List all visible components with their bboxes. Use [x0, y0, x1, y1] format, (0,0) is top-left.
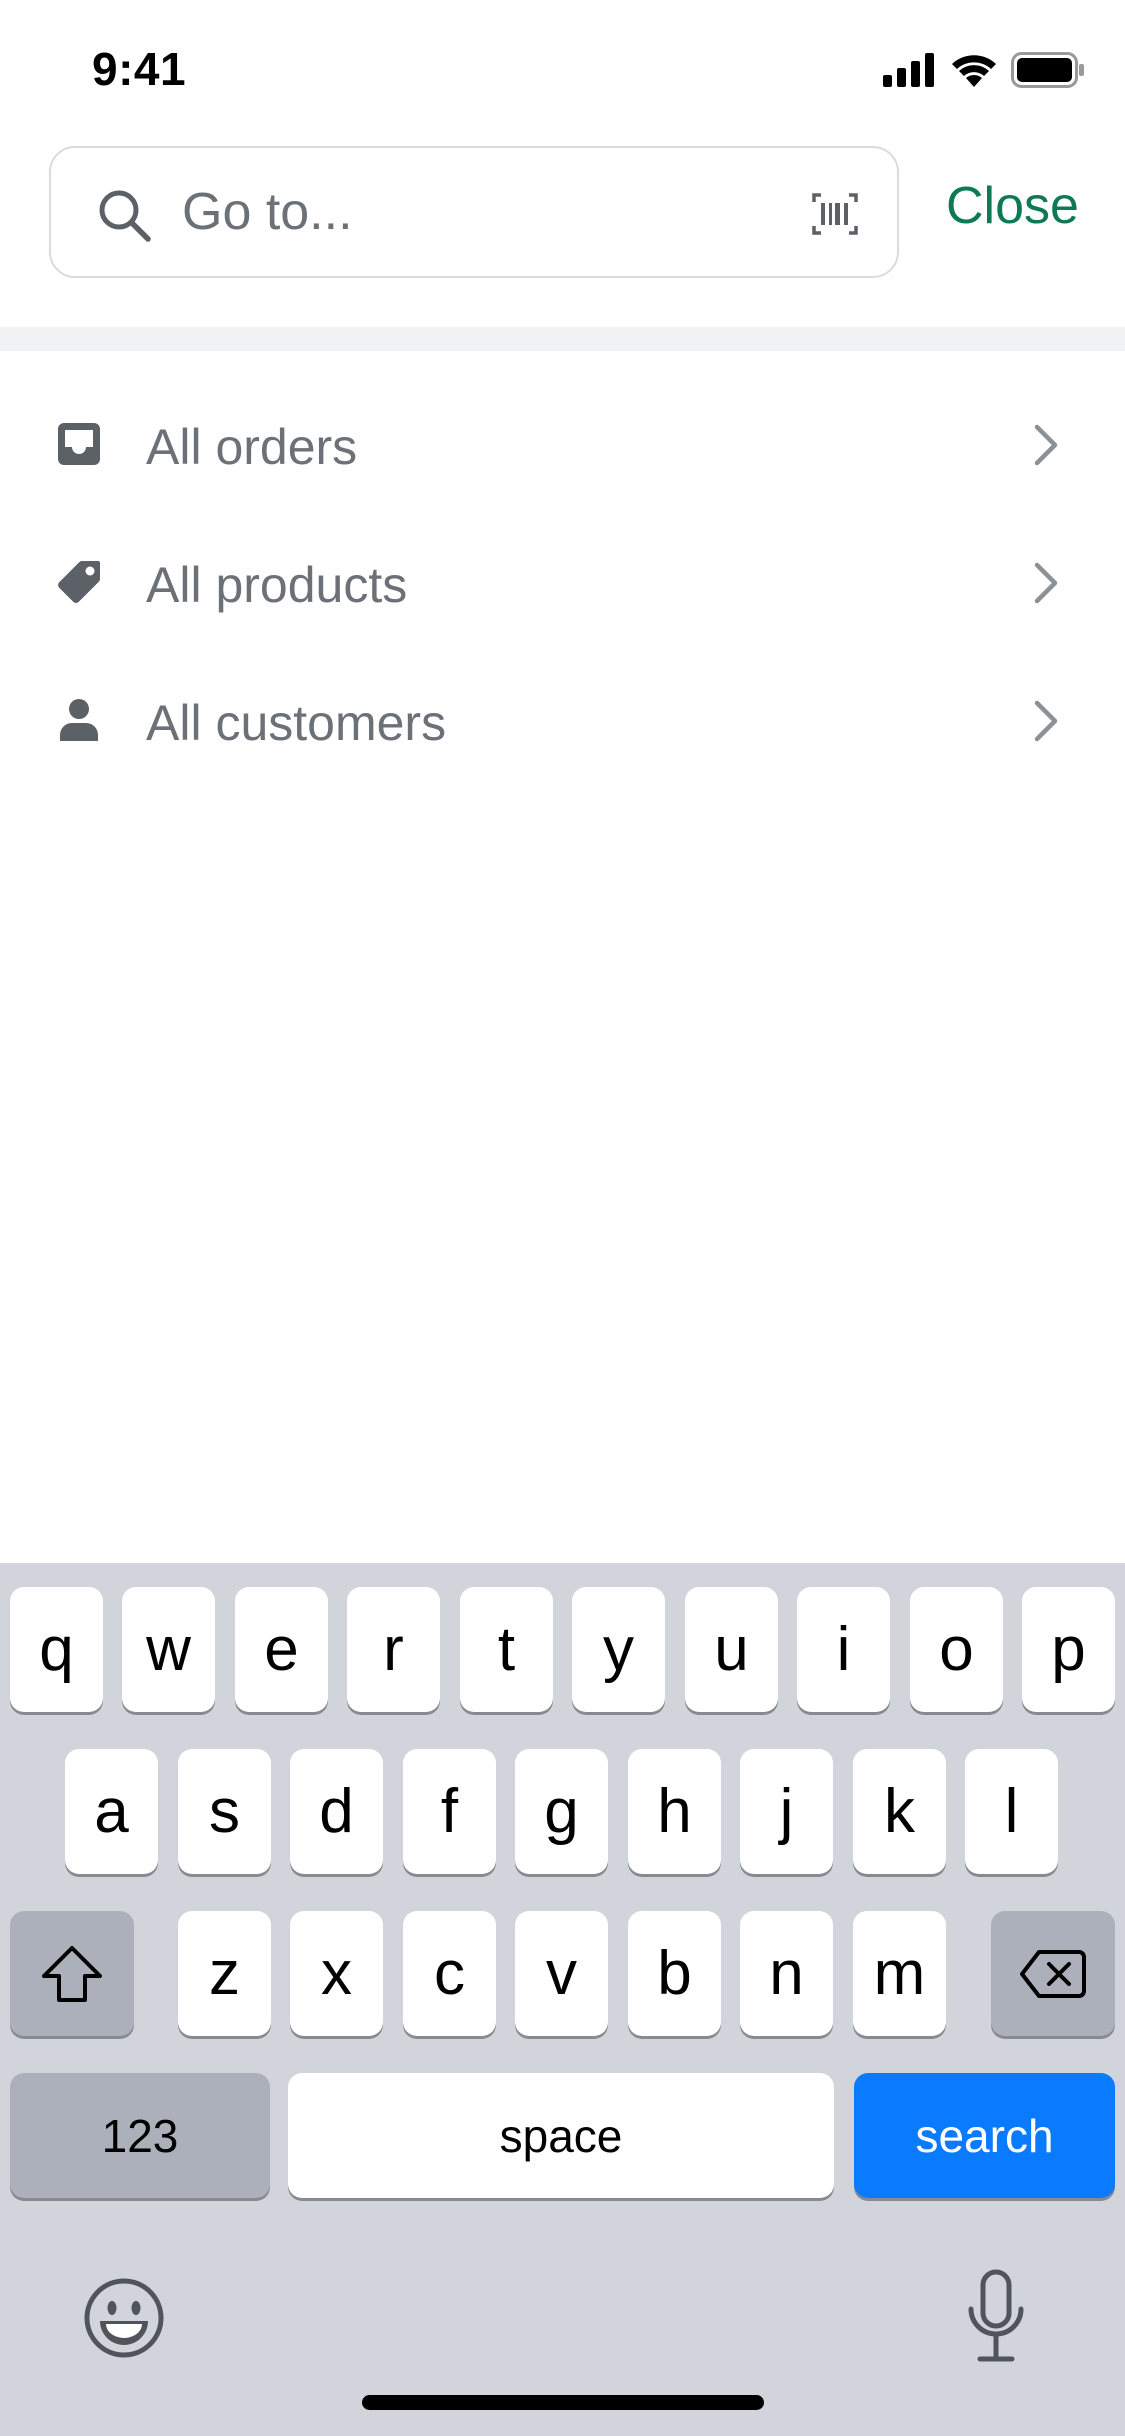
key-m[interactable]: m [853, 1911, 946, 2036]
key-y[interactable]: y [572, 1587, 665, 1712]
backspace-icon [1020, 1949, 1086, 1998]
key-f[interactable]: f [403, 1749, 496, 1874]
key-u[interactable]: u [685, 1587, 778, 1712]
shift-key[interactable] [10, 1911, 134, 2036]
chevron-right-icon [1034, 424, 1058, 466]
key-l[interactable]: l [965, 1749, 1058, 1874]
inbox-icon [58, 423, 100, 465]
status-icons [883, 50, 1085, 90]
key-o[interactable]: o [910, 1587, 1003, 1712]
header-divider [0, 327, 1125, 351]
numbers-key[interactable]: 123 [10, 2073, 270, 2198]
nav-item-all-orders[interactable]: All orders [0, 380, 1125, 510]
key-t[interactable]: t [460, 1587, 553, 1712]
key-g[interactable]: g [515, 1749, 608, 1874]
key-e[interactable]: e [235, 1587, 328, 1712]
nav-item-label: All orders [146, 419, 358, 475]
search-key[interactable]: search [854, 2073, 1115, 2198]
key-v[interactable]: v [515, 1911, 608, 2036]
emoji-icon[interactable] [83, 2277, 165, 2359]
key-h[interactable]: h [628, 1749, 721, 1874]
keyboard: q w e r t y u i o p a s d f g h j k l z … [0, 1563, 1125, 2436]
space-key[interactable]: space [288, 2073, 834, 2198]
key-n[interactable]: n [740, 1911, 833, 2036]
key-r[interactable]: r [347, 1587, 440, 1712]
shift-icon [42, 1945, 102, 2002]
key-c[interactable]: c [403, 1911, 496, 2036]
nav-item-label: All products [146, 557, 408, 613]
search-icon [99, 190, 151, 242]
chevron-right-icon [1034, 562, 1058, 604]
key-j[interactable]: j [740, 1749, 833, 1874]
key-a[interactable]: a [65, 1749, 158, 1874]
key-d[interactable]: d [290, 1749, 383, 1874]
chevron-right-icon [1034, 700, 1058, 742]
key-k[interactable]: k [853, 1749, 946, 1874]
key-x[interactable]: x [290, 1911, 383, 2036]
search-input[interactable] [182, 148, 822, 276]
nav-item-label: All customers [146, 695, 447, 751]
cellular-signal-icon [883, 53, 934, 87]
home-indicator [362, 2395, 764, 2410]
status-bar: 9:41 [0, 0, 1125, 132]
wifi-icon [952, 55, 996, 87]
key-s[interactable]: s [178, 1749, 271, 1874]
backspace-key[interactable] [991, 1911, 1115, 2036]
person-icon [60, 699, 98, 741]
tag-icon [58, 561, 100, 603]
key-z[interactable]: z [178, 1911, 271, 2036]
barcode-scanner-icon[interactable] [811, 192, 859, 236]
battery-icon [1011, 52, 1084, 88]
close-button[interactable]: Close [946, 176, 1079, 236]
search-field[interactable] [49, 146, 899, 278]
key-i[interactable]: i [797, 1587, 890, 1712]
key-q[interactable]: q [10, 1587, 103, 1712]
microphone-icon[interactable] [966, 2269, 1026, 2365]
status-time: 9:41 [92, 43, 187, 95]
key-p[interactable]: p [1022, 1587, 1115, 1712]
key-w[interactable]: w [122, 1587, 215, 1712]
key-b[interactable]: b [628, 1911, 721, 2036]
nav-item-all-products[interactable]: All products [0, 518, 1125, 648]
nav-item-all-customers[interactable]: All customers [0, 656, 1125, 786]
